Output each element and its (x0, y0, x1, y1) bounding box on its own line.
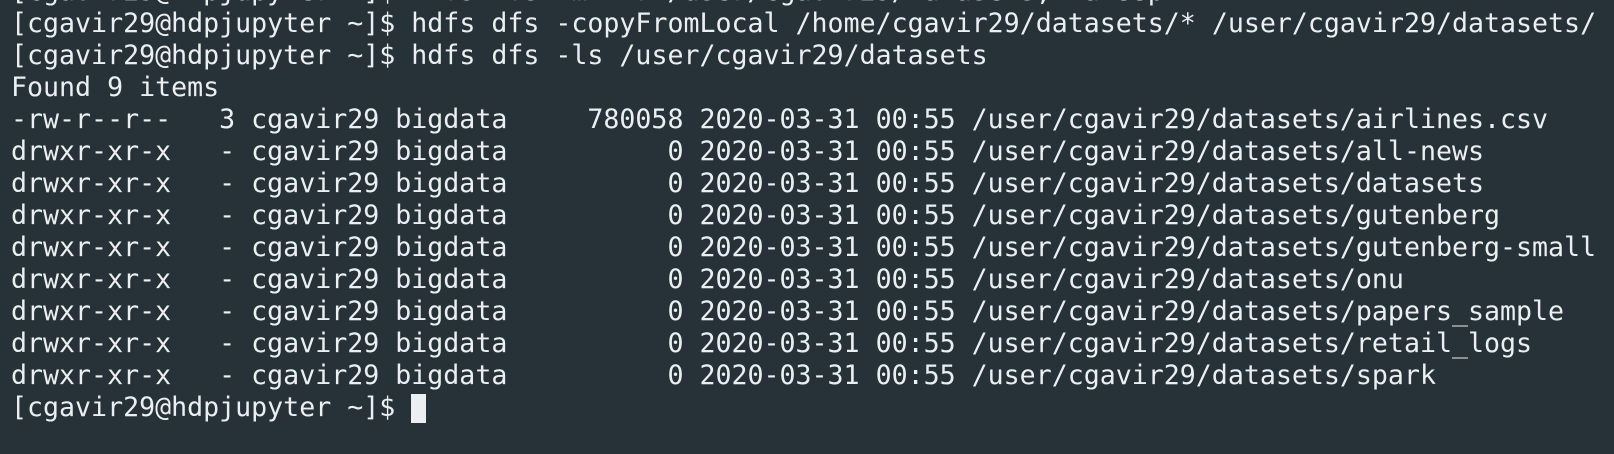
command-text: hdfs dfs -ls /user/cgavir29/datasets (411, 40, 988, 71)
ls-entry: drwxr-xr-x - cgavir29 bigdata 0 2020-03-… (11, 168, 1484, 199)
command-text: hdfs dfs -copyFromLocal /home/cgavir29/d… (411, 8, 1597, 39)
shell-prompt: [cgavir29@hdpjupyter ~]$ (11, 392, 412, 423)
ls-entry: drwxr-xr-x - cgavir29 bigdata 0 2020-03-… (11, 296, 1565, 327)
terminal-command-line: [cgavir29@hdpjupyter ~]$ hdfs dfs -ls /u… (11, 40, 1614, 72)
terminal-command-line: [cgavir29@hdpjupyter ~]$ hdfs dfs -copyF… (11, 8, 1614, 40)
shell-prompt: [cgavir29@hdpjupyter ~]$ (11, 8, 412, 39)
text-cursor (411, 394, 427, 423)
ls-entry: drwxr-xr-x - cgavir29 bigdata 0 2020-03-… (11, 328, 1533, 359)
ls-entry: drwxr-xr-x - cgavir29 bigdata 0 2020-03-… (11, 264, 1404, 295)
shell-prompt: [cgavir29@hdpjupyter ~]$ (11, 40, 412, 71)
ls-entry: drwxr-xr-x - cgavir29 bigdata 0 2020-03-… (11, 360, 1436, 391)
terminal-input-line[interactable]: [cgavir29@hdpjupyter ~]$ (11, 392, 1614, 424)
ls-entry: -rw-r--r-- 3 cgavir29 bigdata 780058 202… (11, 104, 1549, 135)
ls-entry: drwxr-xr-x - cgavir29 bigdata 0 2020-03-… (11, 200, 1501, 231)
terminal-line-clipped: [cgavir29@hdpjupyter ~]$ hdfs dfs -mkdir… (11, 0, 1614, 8)
ls-entry: drwxr-xr-x - cgavir29 bigdata 0 2020-03-… (11, 232, 1597, 263)
ls-entry: drwxr-xr-x - cgavir29 bigdata 0 2020-03-… (11, 136, 1484, 167)
ls-summary: Found 9 items (11, 72, 220, 103)
terminal-window[interactable]: [cgavir29@hdpjupyter ~]$ hdfs dfs -mkdir… (0, 0, 1614, 454)
